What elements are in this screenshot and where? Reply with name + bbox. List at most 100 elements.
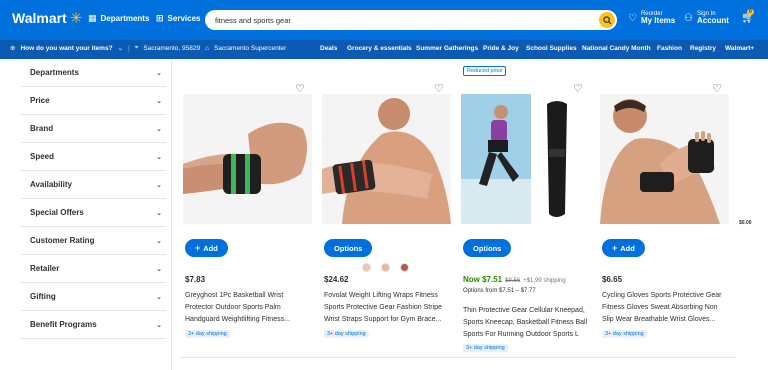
facet-label: Customer Rating <box>30 236 95 245</box>
product-price: $24.62 <box>324 275 349 284</box>
nav-link-candy[interactable]: National Candy Month <box>582 45 657 52</box>
product-title-line[interactable]: Sports For Running Outdoor Sports L <box>463 329 591 341</box>
product-card[interactable]: ♡ + Add $6.65 Cycling Gloves Sports Prote… <box>600 64 733 364</box>
services-icon: ⊞ <box>156 13 164 23</box>
add-label: Add <box>203 243 218 253</box>
shipping-badge: 3+ day shipping <box>185 330 230 338</box>
facet-availability[interactable]: Availability ⌄ <box>20 171 166 199</box>
user-icon: ⚇ <box>684 12 693 24</box>
product-card[interactable]: ♡ Options $24.62 Fovolat Weight Lifting … <box>322 64 455 364</box>
facet-price[interactable]: Price ⌄ <box>20 87 166 115</box>
plus-icon: + <box>612 243 618 253</box>
add-label: Add <box>620 243 635 253</box>
options-price-range: Options from $7.51 – $7.77 <box>463 288 536 294</box>
product-card[interactable]: Reduced price ♡ Options Now $7.51 $9.56 +$… <box>461 64 594 364</box>
options-button[interactable]: Options <box>324 239 373 257</box>
facet-retailer[interactable]: Retailer ⌄ <box>20 255 166 283</box>
facet-benefit-programs[interactable]: Benefit Programs ⌄ <box>20 311 166 339</box>
product-title-line[interactable]: Sports Kneecap, Basketball Fitness Ball <box>463 317 591 329</box>
nav-link-fashion[interactable]: Fashion <box>657 45 690 52</box>
facet-departments[interactable]: Departments ⌄ <box>20 59 166 87</box>
swatch[interactable] <box>400 263 409 272</box>
facet-label: Gifting <box>30 292 56 301</box>
options-button[interactable]: Options <box>463 239 512 257</box>
delivery-selector[interactable]: ⊕ How do you want your items? ⌄ | ⌖ Sacr… <box>10 44 286 52</box>
chevron-down-icon: ⌄ <box>156 69 162 77</box>
product-image[interactable] <box>322 94 451 224</box>
chevron-down-icon: ⌄ <box>156 321 162 329</box>
chevron-down-icon: ⌄ <box>156 209 162 217</box>
departments-button[interactable]: ▦ Departments <box>88 13 149 24</box>
facet-label: Benefit Programs <box>30 320 97 329</box>
product-image[interactable] <box>183 94 312 224</box>
product-title-line[interactable]: Slip Wear Breathable Wrist Gloves... <box>602 314 730 326</box>
swatch[interactable] <box>362 263 371 272</box>
shipping-badge: 3+ day shipping <box>463 344 508 352</box>
grid-icon: ▦ <box>88 13 97 23</box>
search-input[interactable]: fitness and sports gear <box>215 16 291 25</box>
chevron-down-icon: ⌄ <box>117 45 123 52</box>
departments-label: Departments <box>100 14 150 23</box>
spark-icon: ✳ <box>69 9 83 27</box>
facet-label: Special Offers <box>30 208 84 217</box>
swatch[interactable] <box>381 263 390 272</box>
delivery-prompt: How do you want your items? <box>20 44 113 52</box>
product-title-line[interactable]: Wrist Straps Support for Gym Brace... <box>324 314 452 326</box>
reorder-button[interactable]: ♡ Reorder My Items <box>628 11 675 26</box>
chevron-down-icon: ⌄ <box>156 125 162 133</box>
facet-speed[interactable]: Speed ⌄ <box>20 143 166 171</box>
nav-link-summer[interactable]: Summer Gatherings <box>416 45 483 52</box>
product-image[interactable] <box>600 94 729 224</box>
options-label: Options <box>473 243 502 253</box>
account-button[interactable]: ⚇ Sign In Account <box>684 11 729 26</box>
facet-label: Availability <box>30 180 72 189</box>
options-label: Options <box>334 243 363 253</box>
shipping-cost: +$1.99 shipping <box>523 278 566 284</box>
logo-text: Walmart <box>12 10 67 26</box>
add-to-cart-button[interactable]: + Add <box>185 239 228 257</box>
reorder-label: My Items <box>640 16 676 26</box>
nav-link-pride[interactable]: Pride & Joy <box>483 45 526 52</box>
facet-brand[interactable]: Brand ⌄ <box>20 115 166 143</box>
product-title-line[interactable]: Cycling Gloves Sports Protective Gear <box>602 290 730 302</box>
cart-button[interactable]: 0 🛒︎ $0.00 <box>737 9 759 226</box>
search-bar[interactable]: fitness and sports gear <box>205 10 617 30</box>
product-title-line[interactable]: Thin Protective Gear Cellular Kneepad, <box>463 305 591 317</box>
facet-label: Brand <box>30 124 54 133</box>
cart-total: $0.00 <box>739 220 752 226</box>
facet-customer-rating[interactable]: Customer Rating ⌄ <box>20 227 166 255</box>
facet-special-offers[interactable]: Special Offers ⌄ <box>20 199 166 227</box>
product-price: $6.65 <box>602 275 623 284</box>
nav-link-school[interactable]: School Supplies <box>526 45 582 52</box>
variant-swatches <box>362 263 409 272</box>
grid-divider <box>180 357 736 358</box>
nav-link-walmart-plus[interactable]: Walmart+ <box>725 45 754 52</box>
product-title-line[interactable]: Fitness Gloves Sweat Absorbing Non <box>602 302 730 314</box>
product-title-line[interactable]: Protector Outdoor Sports Palm <box>185 302 313 314</box>
search-button[interactable] <box>599 12 615 28</box>
cart-count-badge: 0 <box>747 9 754 15</box>
shipping-badge: 3+ day shipping <box>602 330 647 338</box>
walmart-logo[interactable]: Walmart ✳ <box>12 10 82 26</box>
zip-label: Sacramento, 95829 <box>143 44 201 52</box>
nav-link-grocery[interactable]: Grocery & essentials <box>347 45 416 52</box>
nav-link-deals[interactable]: Deals <box>320 45 347 52</box>
product-price: $7.83 <box>185 275 206 284</box>
product-title-line[interactable]: Sports Protective Gear Fashion Stripe <box>324 302 452 314</box>
heart-icon: ♡ <box>628 12 637 24</box>
nav-link-registry[interactable]: Registry <box>690 45 725 52</box>
add-to-cart-button[interactable]: + Add <box>602 239 645 257</box>
account-label: Account <box>696 16 729 26</box>
product-title-line[interactable]: Fovolat Weight Lifting Wraps Fitness <box>324 290 452 302</box>
product-title-line[interactable]: Greyghost 1Pc Basketball Wrist <box>185 290 313 302</box>
sub-navigation-bar: ⊕ How do you want your items? ⌄ | ⌖ Sacr… <box>0 40 768 59</box>
product-image[interactable] <box>461 94 590 224</box>
facet-label: Price <box>30 96 50 105</box>
services-button[interactable]: ⊞ Services <box>156 13 200 24</box>
facet-gifting[interactable]: Gifting ⌄ <box>20 283 166 311</box>
search-icon <box>602 15 612 25</box>
product-price: Now $7.51 $9.56 +$1.99 shipping <box>463 275 566 284</box>
product-title-line[interactable]: Handguard Weightlifting Fitness... <box>185 314 313 326</box>
product-card[interactable]: ♡ + Add $7.83 Greyghost 1Pc Basketball Wr… <box>183 64 316 364</box>
shipping-badge: 3+ day shipping <box>324 330 369 338</box>
